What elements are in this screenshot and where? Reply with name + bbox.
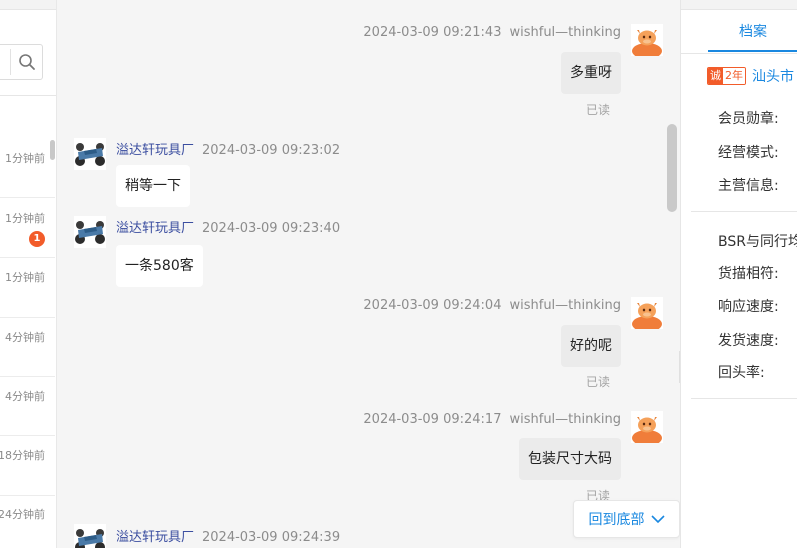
buyer-avatar xyxy=(631,411,663,443)
chengxin-badge: 诚 2年 xyxy=(707,67,746,85)
chat-top-bar xyxy=(57,0,680,10)
conversation-item[interactable]: 1分钟前 xyxy=(0,139,55,198)
left-top-bar xyxy=(0,0,56,10)
conversation-time: 1分钟前 xyxy=(5,271,45,284)
field-bsr: BSR与同行均 xyxy=(718,234,797,250)
field-medal: 会员勋章: xyxy=(718,111,779,127)
sender-name[interactable]: 溢达轩玩具厂 xyxy=(116,221,194,236)
message-timestamp: 2024-03-09 09:24:17 xyxy=(363,412,502,427)
conversation-item[interactable]: 4分钟前 xyxy=(0,318,55,377)
message-timestamp: 2024-03-09 09:24:04 xyxy=(363,298,502,313)
back-to-bottom-button[interactable]: 回到底部 xyxy=(573,500,680,538)
chengxin-mark: 诚 xyxy=(708,68,723,84)
message-bubble[interactable]: 多重呀 xyxy=(561,52,621,94)
tab-archive[interactable]: 档案 xyxy=(708,18,797,52)
message-meta: 溢达轩玩具厂 2024-03-09 09:24:39 xyxy=(116,526,340,545)
field-description-match: 货描相符: xyxy=(718,266,779,282)
message-meta: 溢达轩玩具厂 2024-03-09 09:23:02 xyxy=(116,139,340,158)
message-timestamp: 2024-03-09 09:23:40 xyxy=(202,221,341,236)
message-meta: 2024-03-09 09:21:43 wishful—thinking xyxy=(363,25,621,40)
chat-scrollbar[interactable] xyxy=(667,124,677,212)
message-meta: 2024-03-09 09:24:17 wishful—thinking xyxy=(363,412,621,427)
chevron-down-icon xyxy=(650,514,665,523)
conversation-item[interactable]: 4分钟前 xyxy=(0,377,55,436)
message-meta: 2024-03-09 09:24:04 wishful—thinking xyxy=(363,298,621,313)
field-response-speed: 响应速度: xyxy=(718,299,779,315)
chengxin-years: 2年 xyxy=(723,68,745,84)
section-divider xyxy=(691,211,797,212)
read-status: 已读 xyxy=(586,103,611,117)
sender-name: wishful—thinking xyxy=(509,412,621,427)
conversation-time: 18分钟前 xyxy=(0,449,45,462)
unread-badge: 1 xyxy=(29,231,45,247)
conversation-time: 24分钟前 xyxy=(0,508,45,521)
buyer-avatar xyxy=(631,24,663,56)
sender-name: wishful—thinking xyxy=(509,25,621,40)
field-main-business: 主营信息: xyxy=(718,178,779,194)
seller-avatar xyxy=(74,524,106,548)
search-separator xyxy=(0,95,56,96)
tab-underline-divider xyxy=(681,53,797,54)
message-meta: 溢达轩玩具厂 2024-03-09 09:23:40 xyxy=(116,217,340,236)
message-timestamp: 2024-03-09 09:23:02 xyxy=(202,143,341,158)
read-status: 已读 xyxy=(586,375,611,389)
sender-name: wishful—thinking xyxy=(509,298,621,313)
message-bubble[interactable]: 一条580客 xyxy=(116,245,203,287)
search-icon[interactable] xyxy=(12,53,42,71)
sender-name[interactable]: 溢达轩玩具厂 xyxy=(116,530,194,545)
conversation-item[interactable]: 24分钟前 xyxy=(0,496,55,548)
message-bubble[interactable]: 稍等一下 xyxy=(116,165,190,207)
conversation-time: 1分钟前 xyxy=(5,212,45,225)
chat-pane: 2024-03-09 09:21:43 wishful—thinking 多重呀 … xyxy=(57,0,680,548)
message-bubble[interactable]: 包装尺寸大码 xyxy=(519,438,621,480)
message-timestamp: 2024-03-09 09:21:43 xyxy=(363,25,502,40)
sender-name[interactable]: 溢达轩玩具厂 xyxy=(116,143,194,158)
field-repurchase-rate: 回头率: xyxy=(718,365,765,381)
company-name-link[interactable]: 汕头市 xyxy=(752,66,794,86)
conversation-item[interactable]: 1分钟前 1 xyxy=(0,199,55,258)
seller-avatar xyxy=(74,216,106,248)
company-header: 诚 2年 汕头市 xyxy=(707,66,794,86)
conversation-time: 4分钟前 xyxy=(5,390,45,403)
back-to-bottom-label: 回到底部 xyxy=(588,512,645,528)
conversation-item[interactable]: 18分钟前 xyxy=(0,437,55,496)
buyer-avatar xyxy=(631,297,663,329)
search-box[interactable] xyxy=(0,44,43,80)
profile-pane: 档案 诚 2年 汕头市 会员勋章: 经营模式: 主营信息: BSR与同行均 货描… xyxy=(680,0,797,548)
field-business-mode: 经营模式: xyxy=(718,145,779,161)
conversation-time: 1分钟前 xyxy=(5,152,45,165)
conversation-list: 1分钟前 1分钟前 1 1分钟前 4分钟前 4分钟前 18分钟前 24分钟前 xyxy=(0,0,57,548)
field-shipping-speed: 发货速度: xyxy=(718,333,779,349)
right-top-bar xyxy=(681,0,797,10)
conversation-time: 4分钟前 xyxy=(5,331,45,344)
message-timestamp: 2024-03-09 09:24:39 xyxy=(202,530,341,545)
search-divider xyxy=(10,49,11,75)
section-divider xyxy=(691,398,797,399)
message-bubble[interactable]: 好的呢 xyxy=(561,325,621,367)
seller-avatar xyxy=(74,138,106,170)
conversation-item[interactable]: 1分钟前 xyxy=(0,259,55,318)
